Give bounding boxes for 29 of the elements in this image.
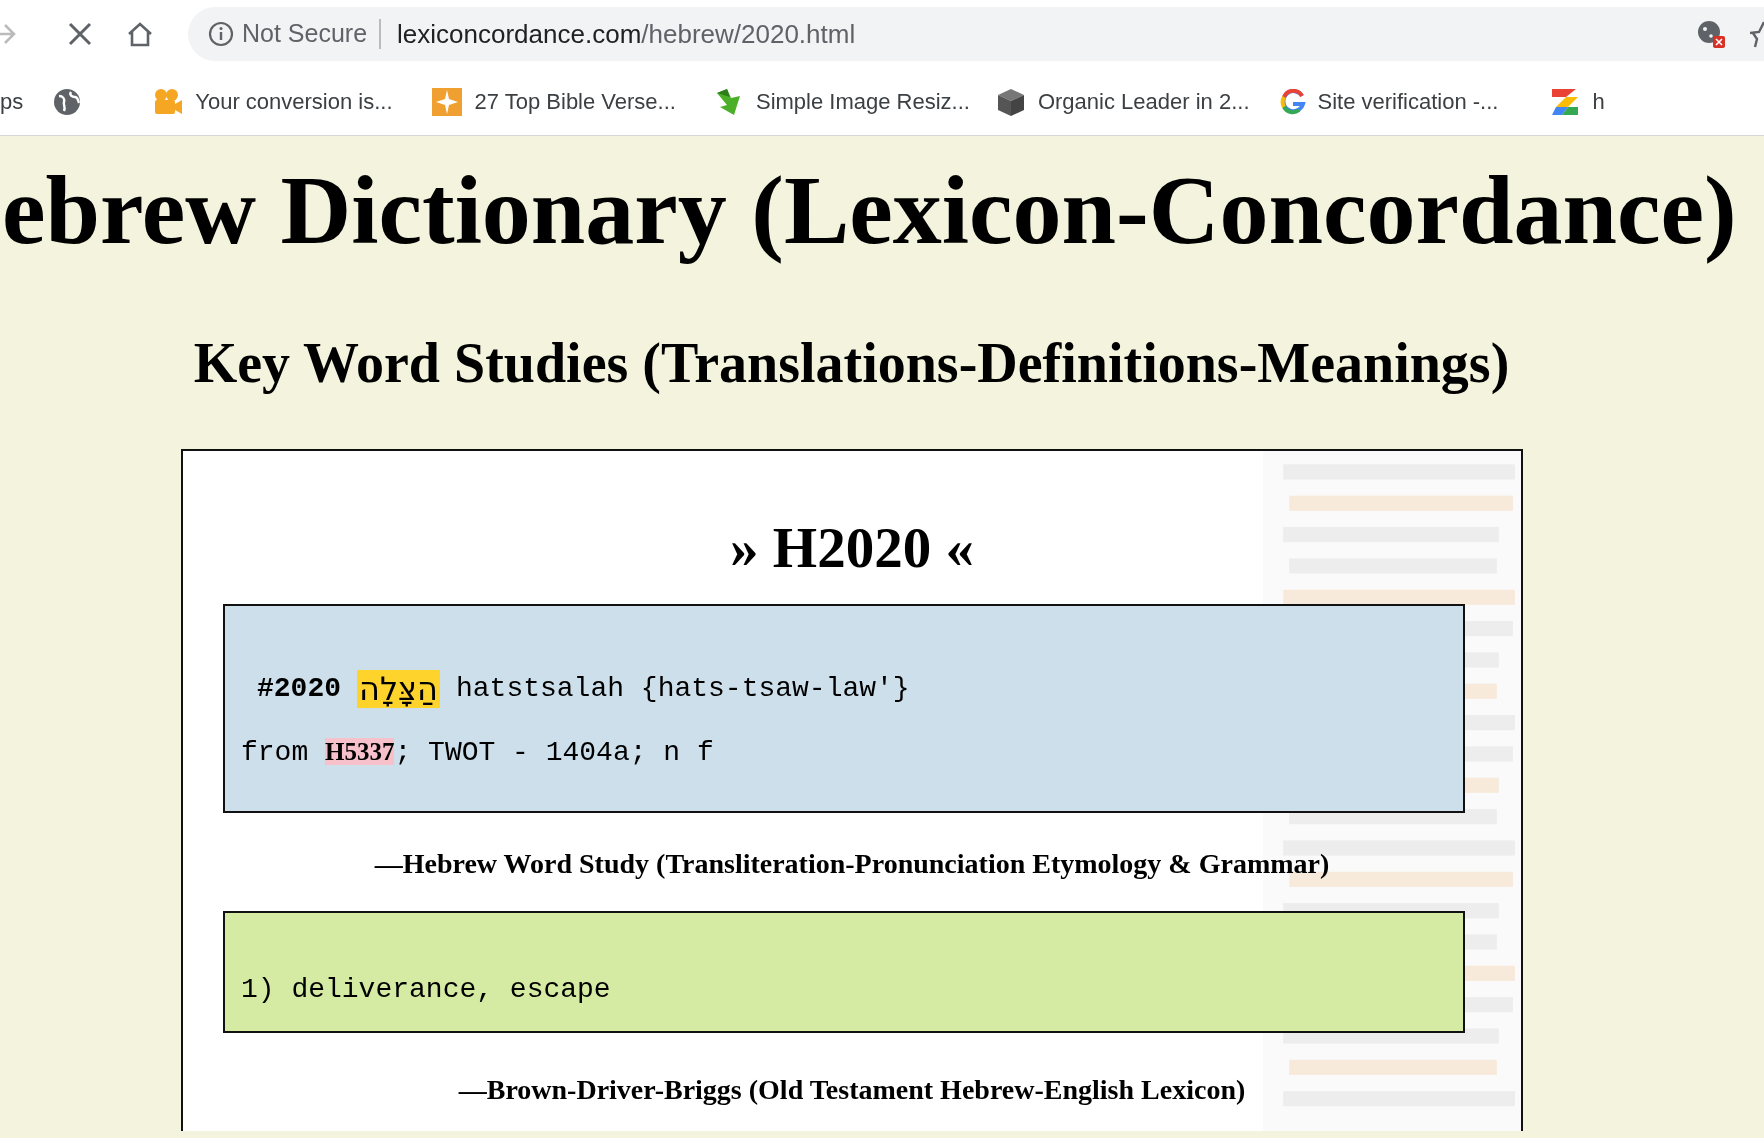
cookie-icon[interactable] <box>1696 19 1726 49</box>
info-icon[interactable] <box>208 21 234 47</box>
bookmark-link[interactable]: Your conversion is... <box>195 85 393 118</box>
bookmark-link[interactable]: Organic Leader in 2... <box>1037 85 1250 118</box>
bookmark-link[interactable]: Site verification -... <box>1317 85 1499 118</box>
source-caption: —Brown-Driver-Briggs (Old Testament Hebrew-English Lexicon) <box>457 1073 1247 1108</box>
g-letter-icon[interactable] <box>1279 88 1306 115</box>
bookmark-link[interactable]: Simple Image Resiz... <box>755 85 970 118</box>
close-icon[interactable] <box>68 22 92 46</box>
definition-text: 1) deliverance, escape <box>241 973 612 1008</box>
hebrew-word: הַצָּלָה <box>357 670 440 709</box>
page-subtitle: Key Word Studies (Translations-Definitions-Meanings) <box>192 330 1511 396</box>
bookmark-link[interactable]: 27 Top Bible Verse... <box>474 85 676 118</box>
starburst-icon[interactable] <box>430 86 463 117</box>
home-icon[interactable] <box>126 21 154 47</box>
cube-icon[interactable] <box>995 86 1026 117</box>
stripes-icon[interactable] <box>1550 86 1581 117</box>
entry-heading: » H2020 « <box>729 514 975 581</box>
bookmark-link[interactable]: h <box>1592 85 1605 118</box>
source-caption: —Hebrew Word Study (Transliteration-Pronunciation Etymology & Grammar) <box>373 847 1331 882</box>
page-title: ebrew Dictionary (Lexicon-Concordance) <box>2 155 1737 266</box>
address-field[interactable]: lexiconcordance.com/hebrew/2020.html <box>397 14 856 54</box>
derivation-line: from H5337; TWOT - 1404a; n f <box>241 736 715 771</box>
globe-icon[interactable] <box>53 87 82 116</box>
reference-link[interactable]: H5337 <box>325 738 395 766</box>
transliteration: hatstsalah {hats-tsaw-law'} <box>456 672 910 707</box>
bookmark-link[interactable]: ps <box>0 85 24 118</box>
security-label[interactable]: Not Secure <box>242 15 368 53</box>
entry-number: #2020 <box>257 672 341 707</box>
